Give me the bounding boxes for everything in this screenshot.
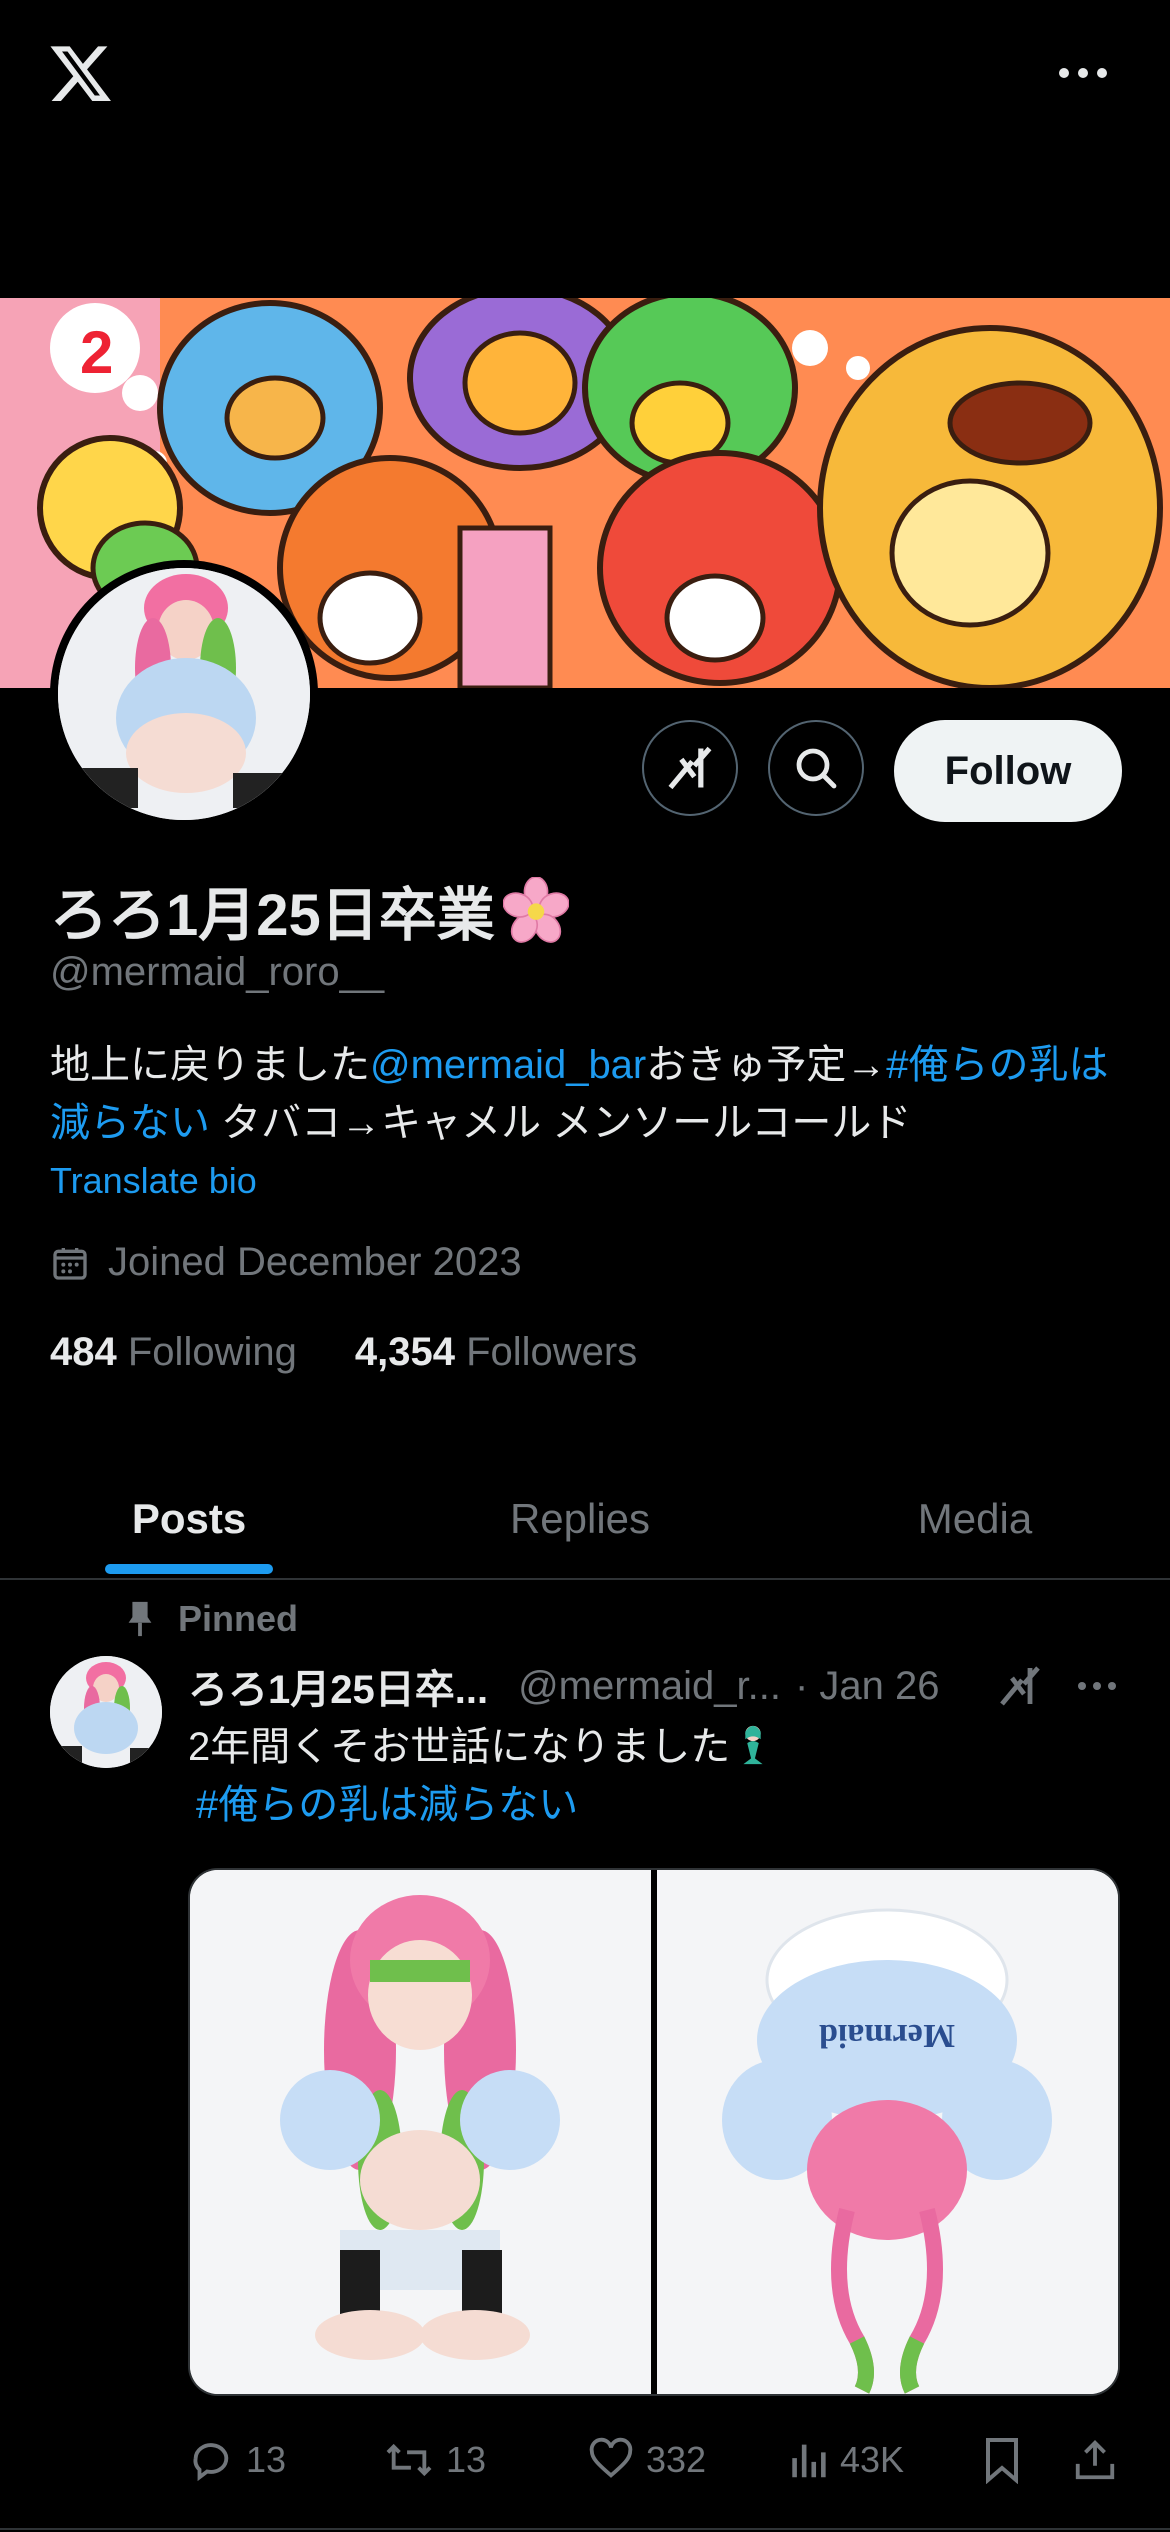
followers-label: Followers [466, 1330, 638, 1374]
post-body: 2年間くそお世話になりました [188, 1725, 731, 1769]
joined-text: Joined December 2023 [108, 1240, 522, 1284]
post-actions: 13 13 332 43K [188, 2420, 1128, 2500]
bookmark-icon [986, 2438, 1018, 2484]
display-name-text: ろろ1月25日卒業 [50, 883, 495, 948]
pinned-text: Pinned [178, 1598, 299, 1639]
image-shirt-text: Mermaid [819, 2017, 955, 2054]
heart-icon [589, 2437, 633, 2478]
grok-button[interactable] [642, 720, 738, 816]
bio-mention-link[interactable]: @mermaid_bar [370, 1043, 646, 1087]
bio: 地上に戻りました@mermaid_barおきゅ予定→#俺らの乳は減らない タバコ… [50, 1036, 1140, 1152]
views-icon [792, 2444, 826, 2478]
bookmark-button[interactable] [982, 2420, 1022, 2500]
profile-avatar[interactable] [50, 560, 318, 828]
repost-button[interactable]: 13 [384, 2420, 486, 2500]
like-button[interactable]: 332 [588, 2420, 706, 2500]
post-grok-icon[interactable] [996, 1662, 1044, 1715]
bio-text: タバコ→キャメル メンソールコールド [210, 1101, 912, 1145]
post-hashtag-link[interactable]: #俺らの乳は減らない [196, 1783, 578, 1827]
followers-link[interactable]: 4,354 Followers [355, 1330, 637, 1375]
display-name: ろろ1月25日卒業 [50, 868, 569, 952]
reply-button[interactable]: 13 [188, 2420, 286, 2500]
post-author-handle[interactable]: @mermaid_r... [518, 1664, 781, 1709]
active-tab-indicator [105, 1564, 273, 1574]
repost-count: 13 [446, 2439, 487, 2480]
post-more-icon[interactable] [1074, 1672, 1120, 1705]
post-date[interactable]: · Jan 26 [795, 1664, 940, 1709]
followers-count: 4,354 [354, 1330, 455, 1374]
search-button[interactable] [768, 720, 864, 816]
repost-icon [386, 2443, 432, 2477]
mermaid-emoji-icon [743, 1725, 763, 1765]
post-author-name[interactable]: ろろ1月25日卒... [188, 1657, 488, 1715]
views-count: 43K [840, 2439, 905, 2480]
tab-posts[interactable]: Posts [60, 1460, 318, 1578]
joined-date: Joined December 2023 [50, 1240, 522, 1285]
pinned-label: Pinned [124, 1598, 298, 1640]
share-button[interactable] [1072, 2420, 1118, 2500]
tab-replies[interactable]: Replies [450, 1460, 710, 1578]
calendar-icon [53, 1247, 87, 1280]
more-options-icon[interactable] [1054, 58, 1112, 88]
post-text: 2年間くそお世話になりました #俺らの乳は減らない [188, 1718, 1088, 1834]
search-icon [796, 748, 837, 789]
x-logo-icon[interactable] [48, 40, 114, 106]
post-author-avatar[interactable] [50, 1656, 162, 1768]
cherry-blossom-icon [502, 877, 569, 943]
views-button[interactable]: 43K [788, 2420, 904, 2500]
pin-icon [128, 1601, 152, 1637]
profile-tabs: Posts Replies Media [0, 1460, 1170, 1580]
translate-bio-link[interactable]: Translate bio [50, 1160, 257, 1202]
reply-count: 13 [246, 2439, 287, 2480]
like-count: 332 [646, 2439, 707, 2480]
following-link[interactable]: 484 Following [50, 1330, 297, 1375]
bio-text: 地上に戻りました [50, 1043, 370, 1087]
handle: @mermaid_roro__ [50, 950, 385, 994]
tab-media[interactable]: Media [845, 1460, 1105, 1578]
share-icon [1075, 2440, 1115, 2480]
follow-stats: 484 Following 4,354 Followers [50, 1330, 637, 1375]
divider [0, 2528, 1170, 2530]
post-image-1[interactable] [190, 1870, 651, 2394]
bio-text: おきゅ予定→ [646, 1043, 887, 1087]
reply-icon [193, 2443, 229, 2482]
grok-icon [668, 746, 712, 790]
following-count: 484 [50, 1330, 117, 1374]
follow-button[interactable]: Follow [894, 720, 1122, 822]
svg-text:2: 2 [80, 319, 113, 386]
post-image-2[interactable]: Mermaid [657, 1870, 1118, 2394]
following-label: Following [127, 1330, 297, 1374]
post-media: Mermaid [188, 1868, 1120, 2396]
post-header: ろろ1月25日卒... @mermaid_r... · Jan 26 [188, 1656, 940, 1716]
